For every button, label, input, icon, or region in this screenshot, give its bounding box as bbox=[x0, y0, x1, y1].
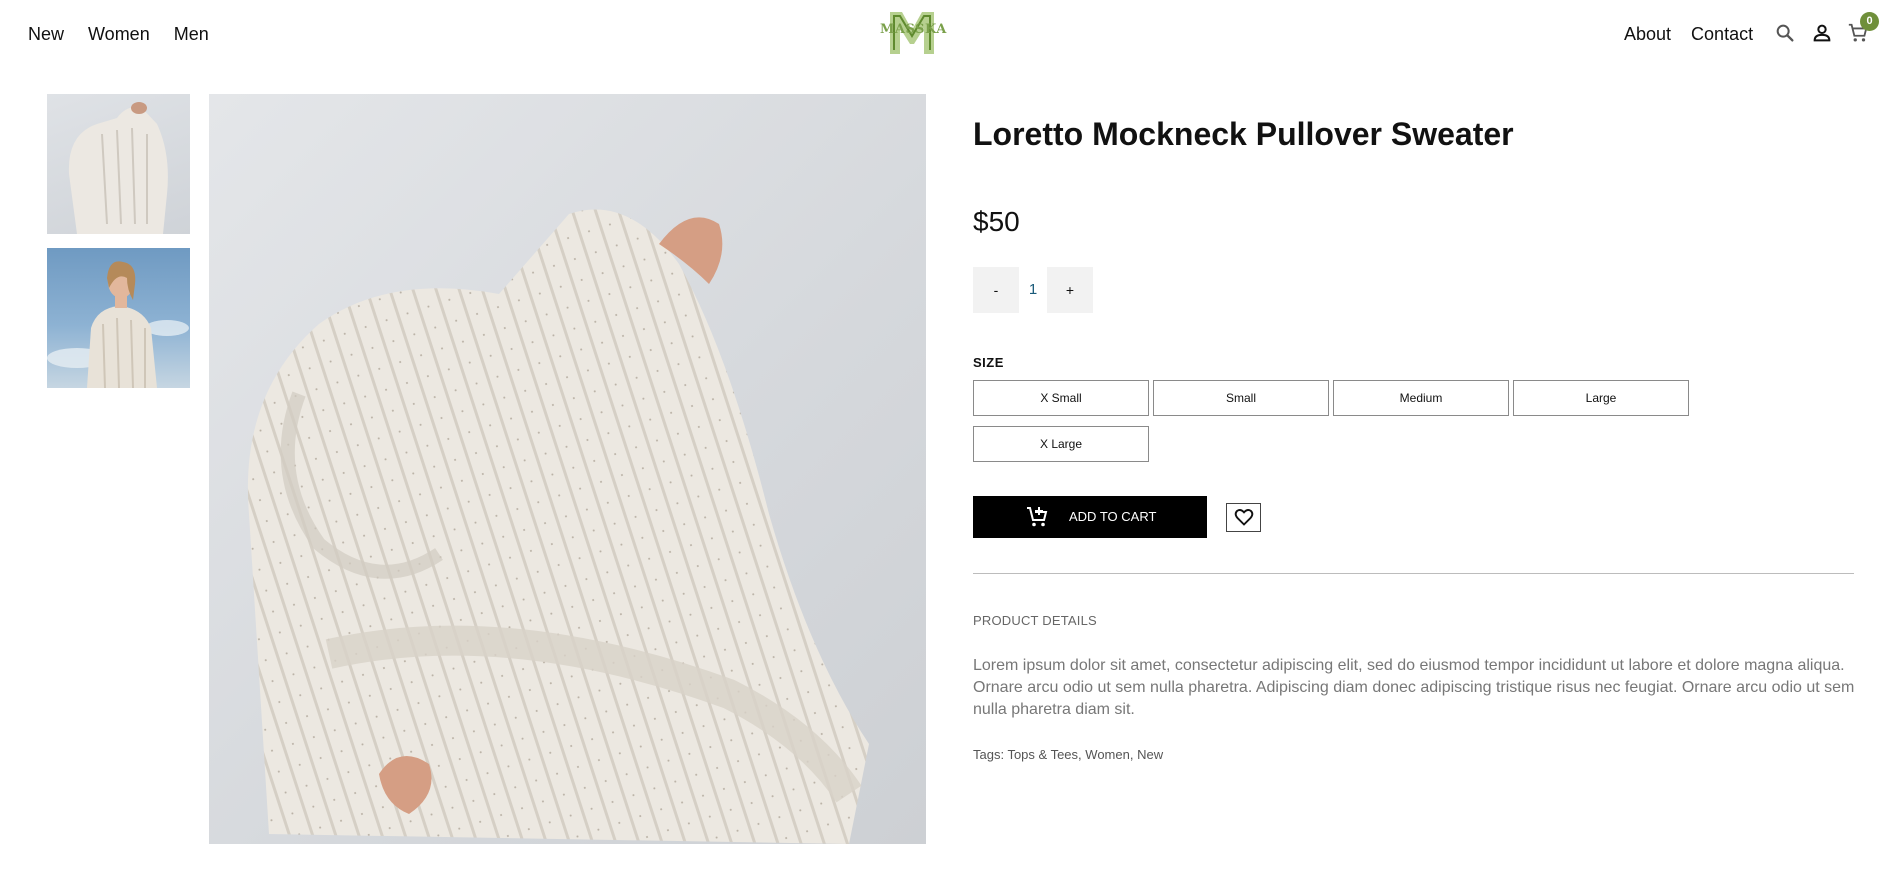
add-to-cart-button[interactable]: ADD TO CART bbox=[973, 496, 1207, 538]
tag-link[interactable]: New bbox=[1137, 747, 1163, 762]
size-label: SIZE bbox=[973, 355, 1004, 370]
cart-count-badge: 0 bbox=[1860, 12, 1879, 31]
product-tags: Tags: Tops & Tees, Women, New bbox=[973, 747, 1163, 762]
size-option-x-large[interactable]: X Large bbox=[973, 426, 1149, 462]
search-icon[interactable] bbox=[1774, 22, 1798, 46]
tags-label: Tags: bbox=[973, 747, 1008, 762]
add-to-cart-label: ADD TO CART bbox=[1069, 509, 1157, 524]
user-icon[interactable] bbox=[1811, 22, 1835, 46]
brand-logo[interactable]: MASSKA bbox=[880, 6, 947, 58]
main-nav: New Women Men bbox=[28, 24, 209, 45]
section-divider bbox=[973, 573, 1854, 574]
model-thumbnail-image bbox=[47, 261, 189, 388]
sweater-thumbnail-image bbox=[68, 102, 168, 234]
product-details-text: Lorem ipsum dolor sit amet, consectetur … bbox=[973, 657, 1855, 718]
nav-about[interactable]: About bbox=[1624, 24, 1671, 45]
site-header: New Women Men MASSKA About Contact 0 bbox=[0, 0, 1897, 72]
size-option-x-small[interactable]: X Small bbox=[973, 380, 1149, 416]
nav-men[interactable]: Men bbox=[174, 24, 209, 45]
quantity-value[interactable]: 1 bbox=[1019, 267, 1047, 313]
tag-link[interactable]: Tops & Tees bbox=[1007, 747, 1078, 762]
quantity-increase-button[interactable]: + bbox=[1047, 267, 1093, 313]
size-option-large[interactable]: Large bbox=[1513, 380, 1689, 416]
heart-icon bbox=[1234, 507, 1254, 532]
tag-separator: , bbox=[1129, 747, 1138, 762]
product-title: Loretto Mockneck Pullover Sweater bbox=[973, 116, 1514, 152]
thumbnail-sweater-model[interactable] bbox=[47, 248, 190, 388]
nav-new[interactable]: New bbox=[28, 24, 64, 45]
product-details-heading: PRODUCT DETAILS bbox=[973, 613, 1097, 628]
wishlist-button[interactable] bbox=[1226, 503, 1261, 532]
nav-contact[interactable]: Contact bbox=[1691, 24, 1753, 45]
size-option-small[interactable]: Small bbox=[1153, 380, 1329, 416]
logo-wordmark: MASSKA bbox=[880, 22, 947, 37]
add-cart-icon bbox=[1025, 505, 1049, 529]
sweater-main-image bbox=[247, 209, 869, 844]
secondary-nav: About Contact bbox=[1624, 24, 1753, 45]
quantity-decrease-button[interactable]: - bbox=[973, 267, 1019, 313]
size-option-medium[interactable]: Medium bbox=[1333, 380, 1509, 416]
nav-women[interactable]: Women bbox=[88, 24, 150, 45]
thumbnail-sweater-front[interactable] bbox=[47, 94, 190, 234]
tag-link[interactable]: Women bbox=[1085, 747, 1130, 762]
product-main-image bbox=[209, 94, 926, 844]
product-price: $50 bbox=[973, 206, 1020, 237]
